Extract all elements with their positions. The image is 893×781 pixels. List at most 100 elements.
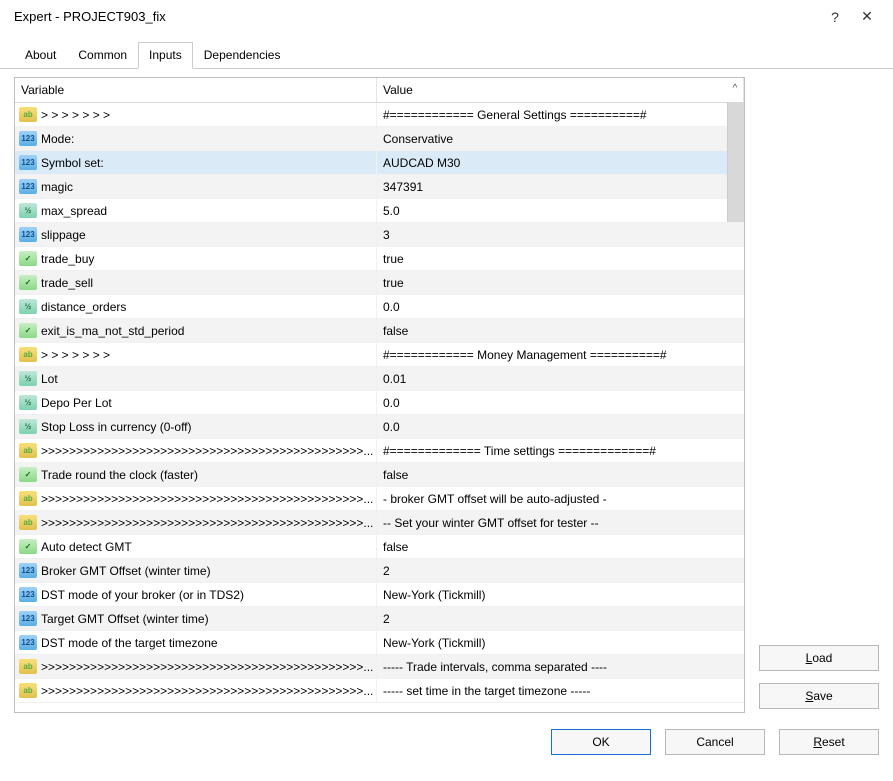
table-row[interactable]: ab>>>>>>>>>>>>>>>>>>>>>>>>>>>>>>>>>>>>>>… (15, 655, 744, 679)
variable-name: >>>>>>>>>>>>>>>>>>>>>>>>>>>>>>>>>>>>>>>>… (41, 684, 373, 698)
table-row[interactable]: ab >>>>>>>>>>>>>>>>>>>>>>>>>>>>>>>>>>>>>>… (15, 487, 744, 511)
variable-cell: ab> > > > > > > (15, 343, 377, 366)
table-row[interactable]: 123DST mode of your broker (or in TDS2)N… (15, 583, 744, 607)
titlebar: Expert - PROJECT903_fix ? ✕ (0, 0, 893, 35)
variable-cell: 123magic (15, 175, 377, 198)
table-row[interactable]: ab>>>>>>>>>>>>>>>>>>>>>>>>>>>>>>>>>>>>>>… (15, 511, 744, 535)
table-row[interactable]: ab>>>>>>>>>>>>>>>>>>>>>>>>>>>>>>>>>>>>>>… (15, 439, 744, 463)
table-row[interactable]: ab> > > > > > >#============ General Set… (15, 103, 744, 127)
variable-name: Auto detect GMT (41, 540, 132, 554)
value-cell[interactable]: false (377, 535, 744, 558)
footer-buttons: OK Cancel Reset (0, 719, 893, 759)
tab-about[interactable]: About (14, 42, 67, 69)
variable-name: >>>>>>>>>>>>>>>>>>>>>>>>>>>>>>>>>>>>>>>>… (41, 516, 373, 530)
table-row[interactable]: ab>>>>>>>>>>>>>>>>>>>>>>>>>>>>>>>>>>>>>>… (15, 679, 744, 703)
table-row[interactable]: ✓trade_buytrue (15, 247, 744, 271)
value-text: ----- set time in the target timezone --… (383, 684, 590, 698)
bool-type-icon: ✓ (19, 467, 37, 482)
close-icon[interactable]: ✕ (851, 8, 883, 25)
table-row[interactable]: ½max_spread5.0 (15, 199, 744, 223)
value-cell[interactable]: 2 (377, 607, 744, 630)
value-cell[interactable]: 347391 (377, 175, 744, 198)
value-cell[interactable]: 2 (377, 559, 744, 582)
value-cell[interactable]: ----- set time in the target timezone --… (377, 679, 744, 702)
table-row[interactable]: 123Broker GMT Offset (winter time)2 (15, 559, 744, 583)
value-cell[interactable]: 0.0 (377, 295, 744, 318)
value-cell[interactable]: true (377, 247, 744, 270)
variable-name: >>>>>>>>>>>>>>>>>>>>>>>>>>>>>>>>>>>>>>>>… (41, 492, 373, 506)
value-text: false (383, 468, 408, 482)
reset-button[interactable]: Reset (779, 729, 879, 755)
table-row[interactable]: ½Lot0.01 (15, 367, 744, 391)
table-row[interactable]: ½Stop Loss in currency (0-off)0.0 (15, 415, 744, 439)
dec-type-icon: ½ (19, 203, 37, 218)
table-row[interactable]: ✓exit_is_ma_not_std_periodfalse (15, 319, 744, 343)
help-icon[interactable]: ? (819, 9, 851, 25)
variable-cell: ab>>>>>>>>>>>>>>>>>>>>>>>>>>>>>>>>>>>>>>… (15, 655, 377, 678)
variable-name: Broker GMT Offset (winter time) (41, 564, 211, 578)
value-cell[interactable]: 3 (377, 223, 744, 246)
table-row[interactable]: ✓trade_selltrue (15, 271, 744, 295)
value-cell[interactable]: - broker GMT offset will be auto-adjuste… (377, 487, 744, 510)
value-cell[interactable]: false (377, 463, 744, 486)
window-title: Expert - PROJECT903_fix (14, 9, 819, 24)
scroll-up-icon[interactable]: ^ (726, 78, 744, 102)
value-cell[interactable]: ----- Trade intervals, comma separated -… (377, 655, 744, 678)
value-text: -- Set your winter GMT offset for tester… (383, 516, 599, 530)
variable-cell: ½Lot (15, 367, 377, 390)
value-cell[interactable]: 0.01 (377, 367, 744, 390)
variable-cell: 123 slippage (15, 223, 377, 246)
load-button[interactable]: Load (759, 645, 879, 671)
tab-common[interactable]: Common (67, 42, 138, 69)
table-row[interactable]: ab> > > > > > >#============ Money Manag… (15, 343, 744, 367)
table-row[interactable]: 123Mode:Conservative (15, 127, 744, 151)
variable-name: > > > > > > > (41, 348, 110, 362)
value-text: AUDCAD M30 (383, 156, 460, 170)
table-row[interactable]: 123Target GMT Offset (winter time)2 (15, 607, 744, 631)
table-row[interactable]: ✓ Trade round the clock (faster) false (15, 463, 744, 487)
variable-cell: ab >>>>>>>>>>>>>>>>>>>>>>>>>>>>>>>>>>>>>>… (15, 487, 377, 510)
value-text: 2 (383, 612, 390, 626)
value-cell[interactable]: 5.0 (377, 199, 744, 222)
value-cell[interactable]: New-York (Tickmill) (377, 583, 744, 606)
table-row[interactable]: 123magic347391 (15, 175, 744, 199)
value-cell[interactable]: #============ General Settings =========… (377, 103, 744, 126)
ok-button[interactable]: OK (551, 729, 651, 755)
value-text: Conservative (383, 132, 453, 146)
value-cell[interactable]: #============ Money Management =========… (377, 343, 744, 366)
dec-type-icon: ½ (19, 419, 37, 434)
int-type-icon: 123 (19, 587, 37, 602)
tab-inputs[interactable]: Inputs (138, 42, 193, 69)
table-row[interactable]: 123Symbol set:AUDCAD M30 (15, 151, 744, 175)
variable-name: Depo Per Lot (41, 396, 112, 410)
value-text: 3 (383, 228, 390, 242)
table-row[interactable]: 123DST mode of the target timezoneNew-Yo… (15, 631, 744, 655)
int-type-icon: 123 (19, 227, 37, 242)
table-row[interactable]: 123 slippage 3 (15, 223, 744, 247)
value-cell[interactable]: #============= Time settings ===========… (377, 439, 744, 462)
ab-type-icon: ab (19, 491, 37, 506)
bool-type-icon: ✓ (19, 251, 37, 266)
cancel-button[interactable]: Cancel (665, 729, 765, 755)
table-row[interactable]: ✓Auto detect GMTfalse (15, 535, 744, 559)
value-cell[interactable]: 0.0 (377, 391, 744, 414)
value-cell[interactable]: -- Set your winter GMT offset for tester… (377, 511, 744, 534)
header-variable[interactable]: Variable (15, 78, 377, 102)
variable-cell: ✓trade_buy (15, 247, 377, 270)
variable-name: Trade round the clock (faster) (41, 468, 198, 482)
value-cell[interactable]: 0.0 (377, 415, 744, 438)
header-value[interactable]: Value (377, 78, 744, 102)
variable-name: Target GMT Offset (winter time) (41, 612, 209, 626)
scrollbar-thumb[interactable] (727, 102, 744, 222)
variable-name: slippage (41, 228, 86, 242)
table-row[interactable]: ½Depo Per Lot0.0 (15, 391, 744, 415)
value-cell[interactable]: AUDCAD M30 (377, 151, 744, 174)
tab-dependencies[interactable]: Dependencies (193, 42, 292, 69)
value-text: false (383, 540, 408, 554)
table-row[interactable]: ½distance_orders0.0 (15, 295, 744, 319)
value-cell[interactable]: Conservative (377, 127, 744, 150)
value-cell[interactable]: New-York (Tickmill) (377, 631, 744, 654)
value-cell[interactable]: true (377, 271, 744, 294)
value-cell[interactable]: false (377, 319, 744, 342)
save-button[interactable]: Save (759, 683, 879, 709)
